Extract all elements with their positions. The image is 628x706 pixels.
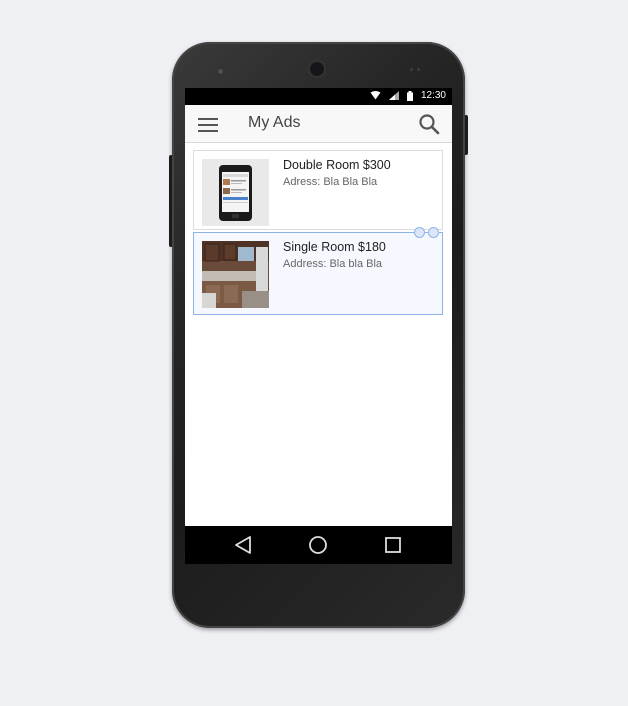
- status-bar: 12:30: [185, 88, 452, 105]
- back-icon[interactable]: [233, 534, 255, 556]
- ad-list-item[interactable]: Double Room $300 Adress: Bla Bla Bla: [193, 150, 443, 230]
- close-icon[interactable]: [428, 227, 439, 238]
- battery-icon: [406, 90, 413, 101]
- phone-sensor-dot: [218, 69, 223, 74]
- duplicate-icon[interactable]: [414, 227, 425, 238]
- kitchen-thumbnail: [202, 241, 269, 308]
- navigation-bar: [185, 526, 452, 564]
- phone-sensor-dot: [410, 68, 413, 71]
- status-time: 12:30: [420, 90, 446, 101]
- home-icon[interactable]: [307, 534, 329, 556]
- app-bar: My Ads: [185, 105, 452, 143]
- ad-title: Double Room $300: [283, 158, 391, 172]
- phone-thumbnail: [202, 159, 269, 226]
- phone-screen: 12:30 My Ads Double Room $300 Adress: Bl…: [185, 88, 452, 564]
- search-icon[interactable]: [418, 113, 440, 135]
- front-camera: [310, 62, 324, 76]
- recents-icon[interactable]: [382, 534, 404, 556]
- wifi-icon: [370, 91, 381, 100]
- ad-title: Single Room $180: [283, 240, 386, 254]
- ad-address: Address: Bla bla Bla: [283, 258, 383, 270]
- page-title: My Ads: [248, 114, 301, 131]
- signal-icon: [388, 91, 399, 100]
- ad-address: Adress: Bla Bla Bla: [283, 176, 378, 188]
- hamburger-menu-icon[interactable]: [198, 115, 220, 133]
- phone-sensor-dot: [417, 68, 420, 71]
- ads-list: Double Room $300 Adress: Bla Bla Bla Sin…: [193, 150, 445, 315]
- ad-list-item-selected[interactable]: Single Room $180 Address: Bla bla Bla: [193, 227, 443, 315]
